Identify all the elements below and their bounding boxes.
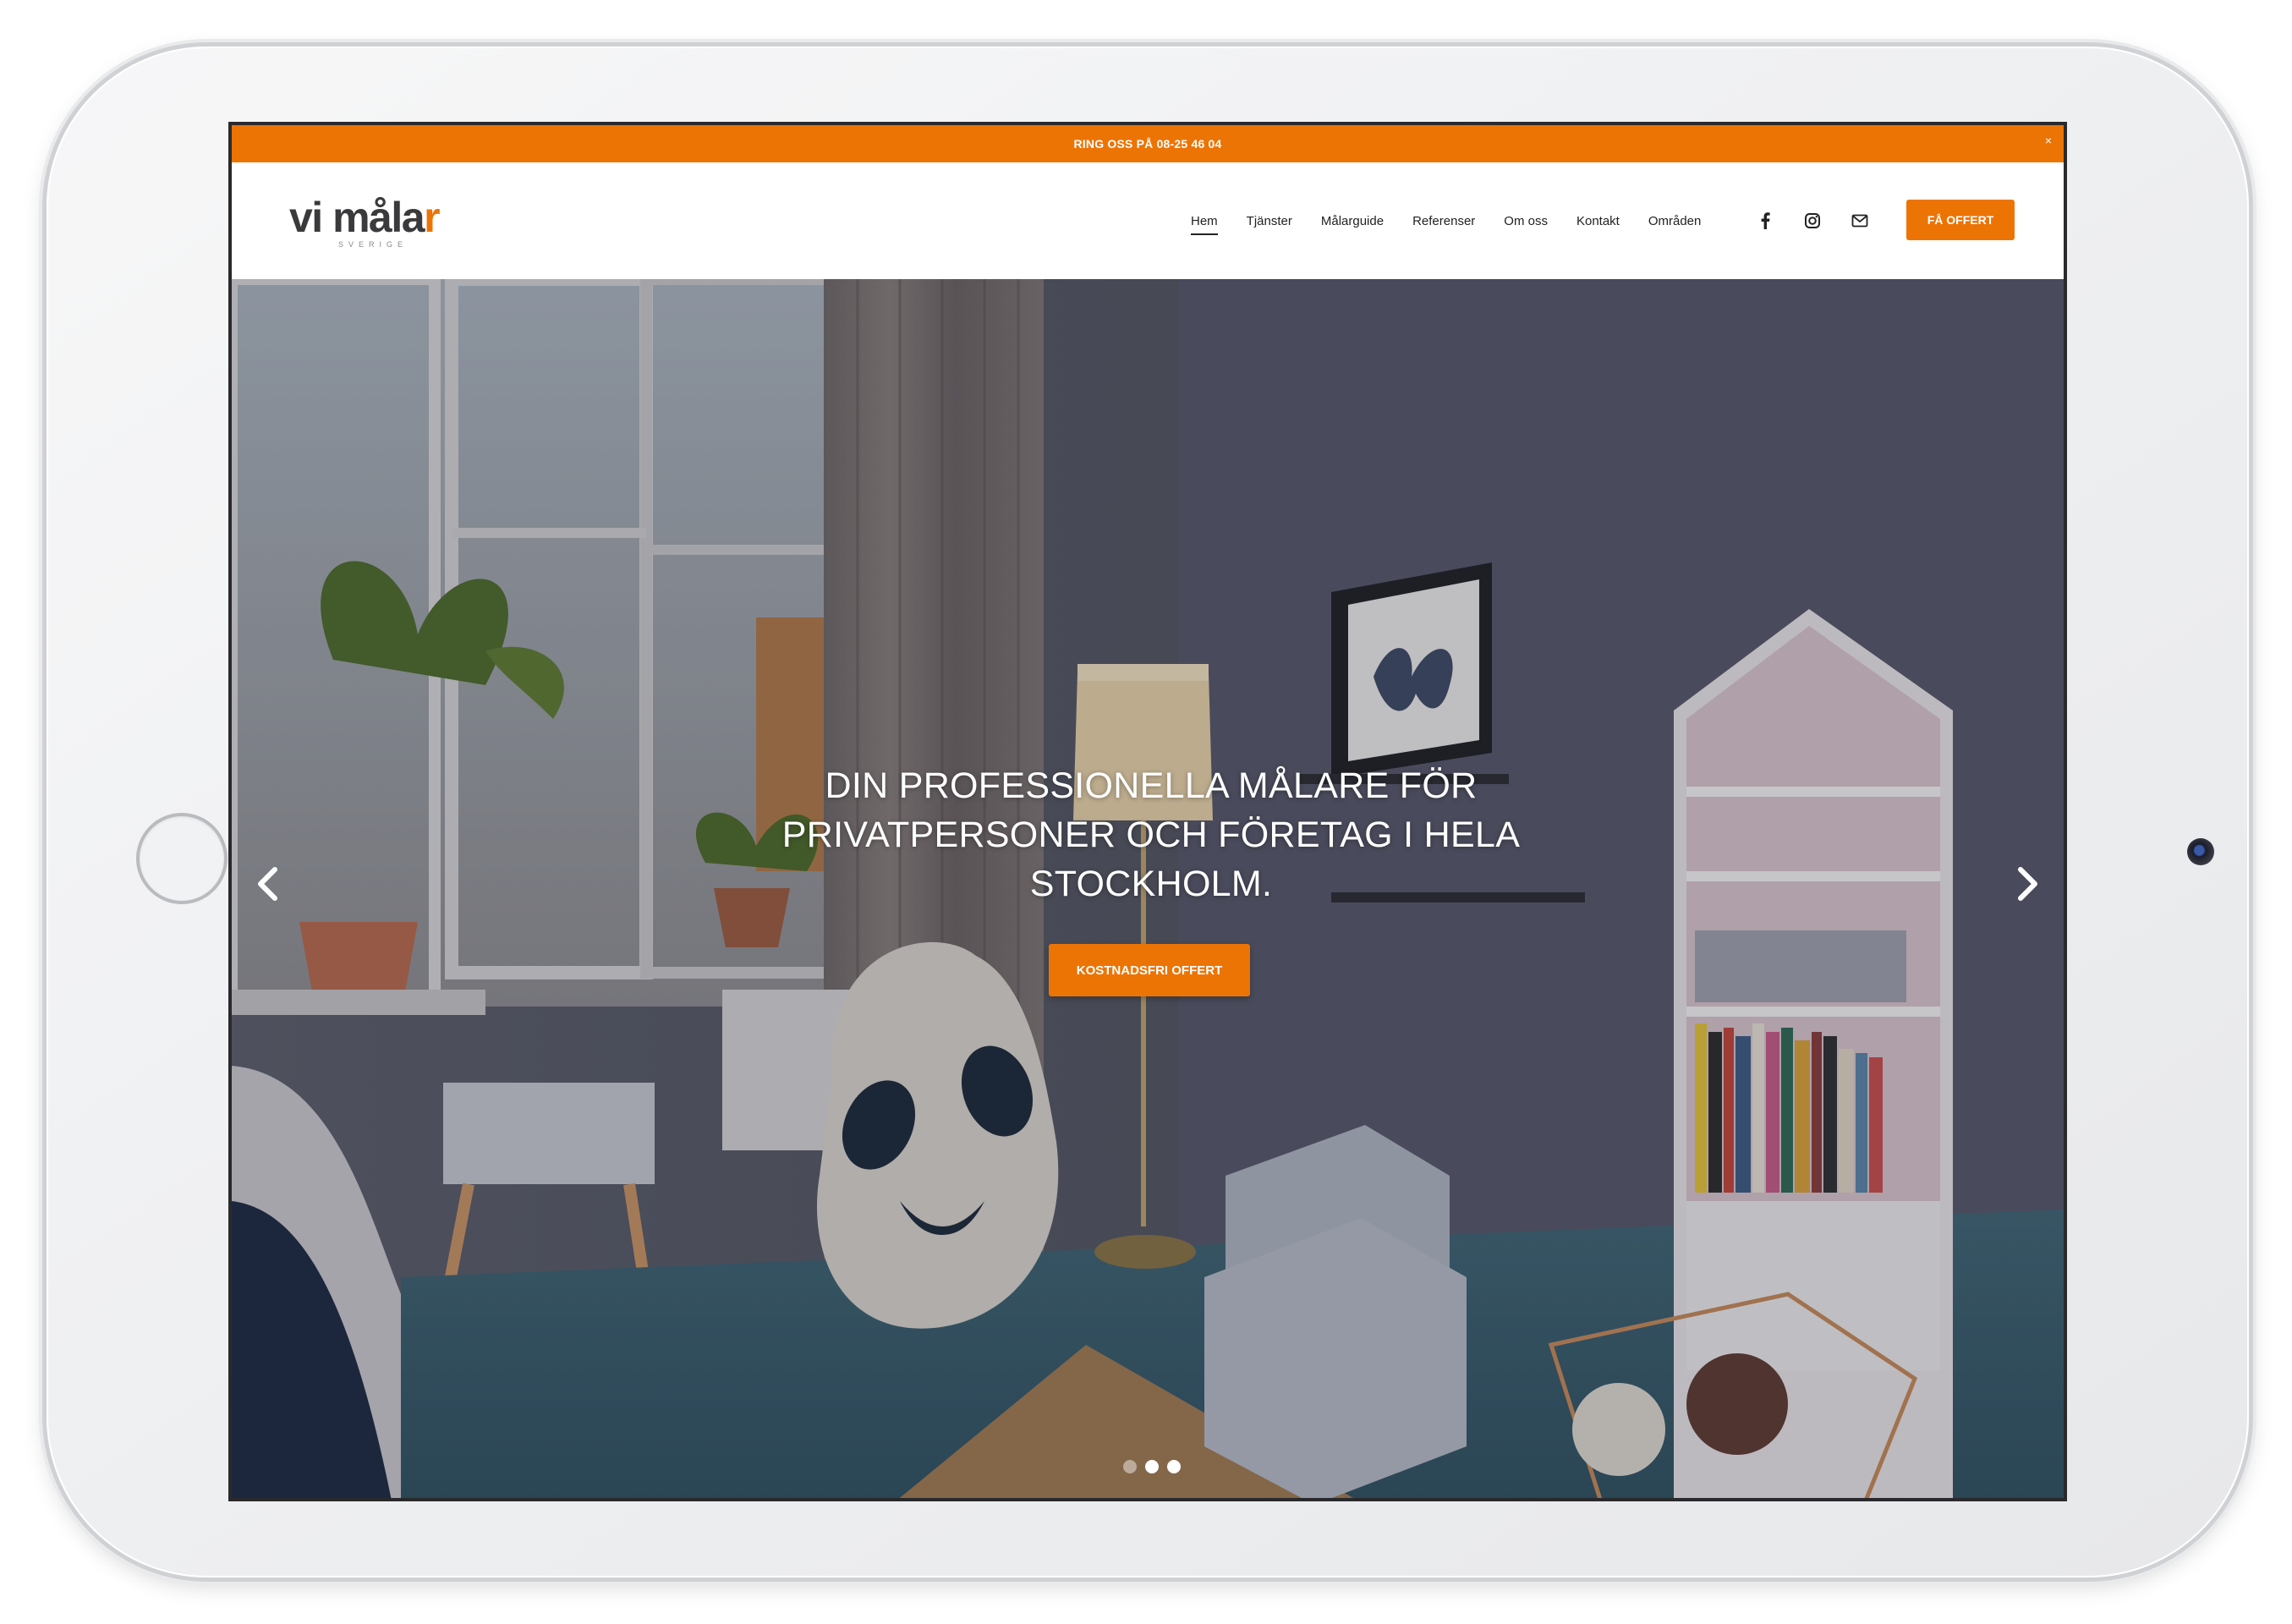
- logo-subtitle: SVERIGE: [338, 240, 409, 249]
- website-screen: RING OSS PÅ 08-25 46 04 × vi målar SVERI…: [228, 122, 2067, 1501]
- chevron-left-icon: [258, 867, 277, 901]
- logo[interactable]: vi målar SVERIGE: [289, 194, 467, 249]
- instagram-icon[interactable]: [1803, 211, 1822, 230]
- nav-item-om-oss[interactable]: Om oss: [1504, 214, 1548, 228]
- logo-text: vi målar: [289, 194, 441, 241]
- slider-dot[interactable]: [1145, 1460, 1159, 1473]
- site-header: vi målar SVERIGE Hem Tjänster Målarguide…: [232, 162, 2064, 279]
- slider-next-arrow[interactable]: [2011, 863, 2045, 905]
- home-button[interactable]: [136, 813, 228, 904]
- slider-dot[interactable]: [1123, 1460, 1137, 1473]
- nav-item-malarguide[interactable]: Målarguide: [1321, 214, 1384, 228]
- chevron-right-icon: [2018, 867, 2037, 901]
- hero-title: DIN PROFESSIONELLA MÅLARE FÖR PRIVATPERS…: [781, 765, 1521, 904]
- social-links: [1756, 162, 1869, 279]
- nav-item-hem[interactable]: Hem: [1191, 214, 1218, 235]
- slider-prev-arrow[interactable]: [250, 863, 284, 905]
- camera-icon: [2187, 838, 2214, 865]
- slider-dots: [1123, 1460, 1181, 1473]
- nav-item-omraden[interactable]: Områden: [1648, 214, 1702, 228]
- facebook-icon[interactable]: [1756, 211, 1774, 230]
- slider-dot[interactable]: [1167, 1460, 1181, 1473]
- mail-icon[interactable]: [1851, 211, 1869, 230]
- announcement-text[interactable]: RING OSS PÅ 08-25 46 04: [1073, 137, 1221, 151]
- free-quote-button[interactable]: KOSTNADSFRI OFFERT: [1049, 944, 1250, 996]
- nav-item-tjanster[interactable]: Tjänster: [1247, 214, 1292, 228]
- nav-item-kontakt[interactable]: Kontakt: [1576, 214, 1620, 228]
- hero-slider: DIN PROFESSIONELLA MÅLARE FÖR PRIVATPERS…: [232, 279, 2064, 1498]
- announcement-bar: RING OSS PÅ 08-25 46 04 ×: [232, 125, 2064, 162]
- get-quote-button[interactable]: FÅ OFFERT: [1906, 200, 2015, 240]
- nav-item-referenser[interactable]: Referenser: [1412, 214, 1475, 228]
- close-icon[interactable]: ×: [2045, 134, 2052, 147]
- main-nav: Hem Tjänster Målarguide Referenser Om os…: [1191, 162, 1701, 279]
